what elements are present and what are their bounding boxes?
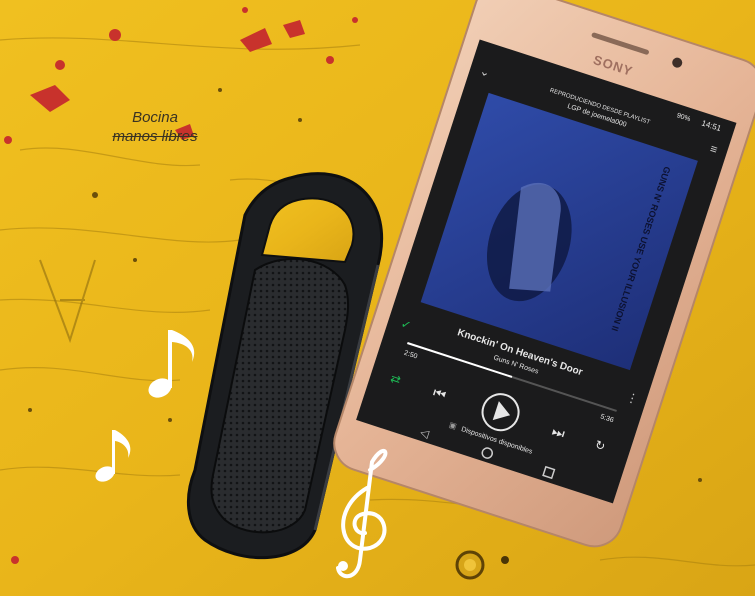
photo-scene: SONY 14:51 90% ⌄ REPRODUCIENDO DESDE PLA… [0, 0, 755, 596]
caption: Bocina manos libres [95, 108, 215, 146]
caption-line1: Bocina [132, 109, 178, 126]
caption-line2: manos libres [112, 128, 198, 145]
